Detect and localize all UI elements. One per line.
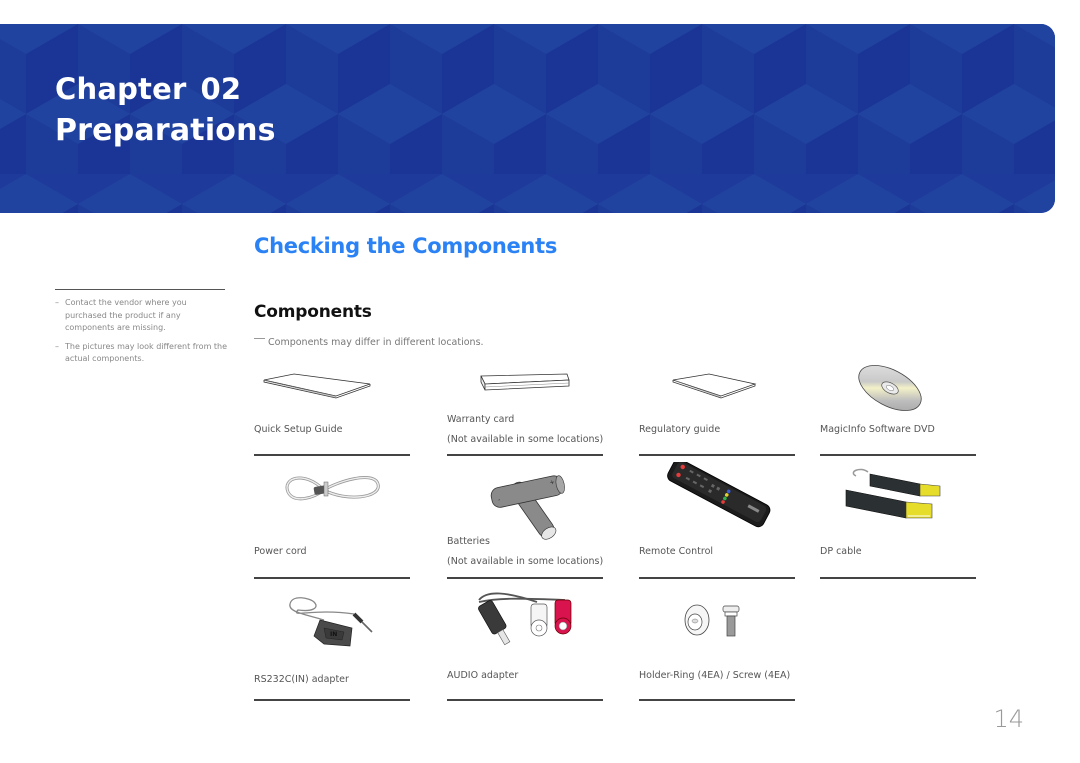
item-divider	[820, 454, 976, 456]
component-name: MagicInfo Software DVD	[820, 424, 935, 435]
item-divider	[254, 577, 410, 579]
chapter-banner: Chapter 02 Preparations	[0, 24, 1055, 213]
item-divider	[639, 699, 795, 701]
components-note: Components may differ in different locat…	[254, 337, 484, 348]
item-divider	[447, 699, 603, 701]
component-name: Regulatory guide	[639, 424, 721, 435]
power-cord-icon	[285, 476, 380, 501]
item-divider	[639, 454, 795, 456]
chapter-heading: Chapter 02	[55, 72, 241, 106]
audio-adapter-icon	[478, 592, 572, 646]
sidebar-notes: – Contact the vendor where you purchased…	[55, 297, 230, 372]
note-dash-icon	[254, 338, 265, 339]
component-name: AUDIO adapter	[447, 670, 519, 681]
component-name: Batteries	[447, 536, 490, 547]
item-divider	[254, 699, 410, 701]
section-title: Checking the Components	[254, 234, 558, 258]
item-divider	[447, 577, 603, 579]
component-name: Power cord	[254, 546, 307, 557]
chapter-title: Preparations	[55, 113, 276, 148]
batteries-icon: + -	[490, 475, 565, 540]
chapter-label: Chapter	[55, 72, 187, 106]
sidebar-divider	[55, 289, 225, 290]
sidebar-note-text: The pictures may look different from the…	[65, 341, 228, 364]
item-divider	[820, 577, 976, 579]
chapter-number: 02	[200, 72, 242, 106]
item-divider	[447, 454, 603, 456]
component-name: Warranty card	[447, 414, 515, 425]
item-divider	[639, 577, 795, 579]
component-name: DP cable	[820, 546, 862, 557]
rs232c-adapter-icon: IN	[289, 597, 373, 647]
component-name: RS232C(IN) adapter	[254, 674, 349, 685]
remote-control-icon	[667, 462, 771, 528]
component-name: Quick Setup Guide	[254, 424, 343, 435]
component-name: Remote Control	[639, 546, 714, 557]
component-note: (Not available in some locations)	[447, 556, 604, 567]
dash-icon: –	[55, 341, 59, 351]
component-note: (Not available in some locations)	[447, 434, 604, 445]
page-number: 14	[993, 705, 1024, 733]
dash-icon: –	[55, 298, 59, 307]
components-note-text: Components may differ in different locat…	[268, 337, 484, 348]
subsection-title: Components	[254, 302, 372, 322]
dp-cable-icon	[845, 468, 941, 519]
sidebar-note: – The pictures may look different from t…	[55, 341, 230, 366]
component-name: Holder-Ring (4EA) / Screw (4EA)	[639, 670, 791, 681]
item-divider	[254, 454, 410, 456]
svg-text:IN: IN	[330, 631, 337, 638]
sidebar-note-text: Contact the vendor where you purchased t…	[65, 298, 187, 332]
holder-ring-screw-icon	[684, 604, 740, 637]
sidebar-note: – Contact the vendor where you purchased…	[55, 297, 230, 335]
